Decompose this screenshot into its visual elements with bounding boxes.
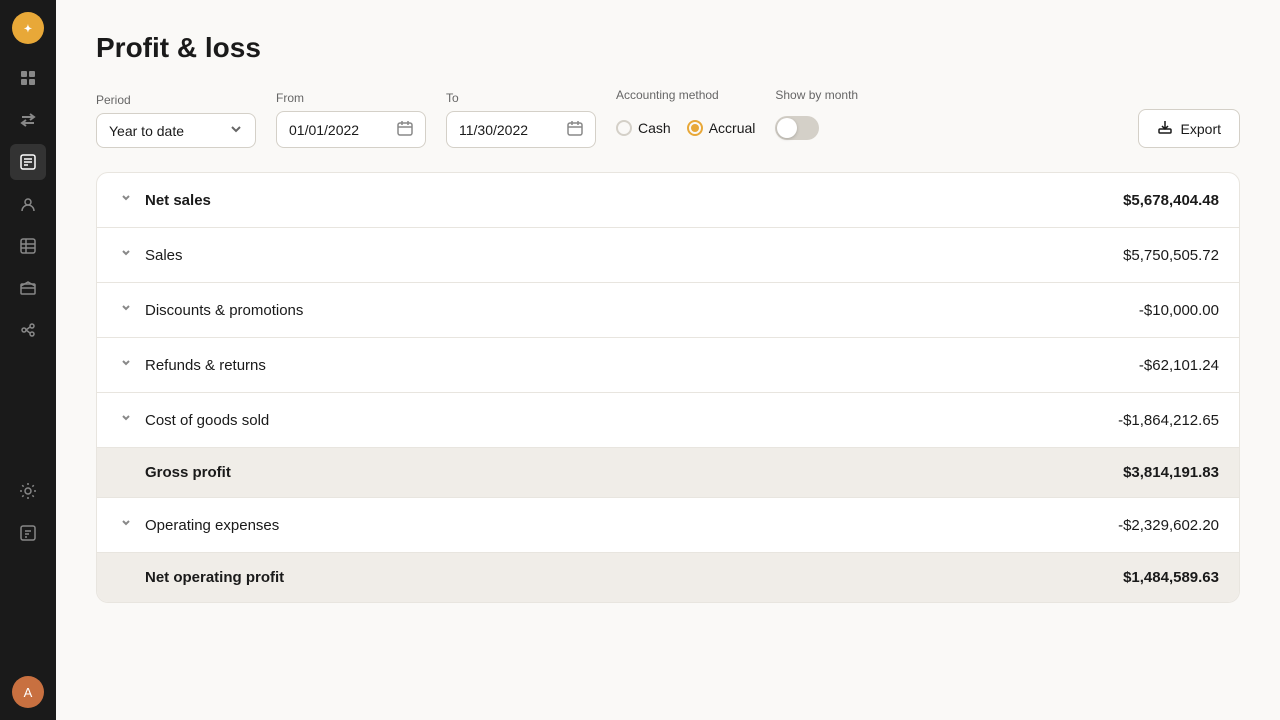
row-value: $1,484,589.63	[1123, 569, 1219, 586]
expand-chevron-icon[interactable]	[117, 514, 135, 536]
row-value: $3,814,191.83	[1123, 464, 1219, 481]
chevron-down-icon	[229, 122, 243, 139]
sidebar-item-home[interactable]	[10, 60, 46, 96]
filter-bar: Period Year to date From 01/01/2022	[96, 88, 1240, 148]
row-value: -$1,864,212.65	[1118, 412, 1219, 429]
accounting-method-label: Accounting method	[616, 88, 755, 102]
row-label: Operating expenses	[145, 517, 279, 534]
show-by-month-label: Show by month	[775, 88, 858, 102]
expand-chevron-icon[interactable]	[117, 409, 135, 431]
cash-radio[interactable]: Cash	[616, 120, 671, 136]
table-row[interactable]: Sales $5,750,505.72	[97, 228, 1239, 283]
cash-radio-circle	[616, 120, 632, 136]
sidebar-item-help[interactable]	[10, 515, 46, 551]
sidebar-item-inventory[interactable]	[10, 228, 46, 264]
svg-text:✦: ✦	[24, 24, 32, 35]
row-value: $5,750,505.72	[1123, 247, 1219, 264]
sidebar: ✦	[0, 0, 56, 720]
show-by-month-group: Show by month	[775, 88, 858, 148]
row-label: Refunds & returns	[145, 357, 266, 374]
row-label: Net sales	[145, 192, 211, 209]
to-label: To	[446, 91, 596, 105]
sidebar-item-contacts[interactable]	[10, 186, 46, 222]
row-label: Sales	[145, 247, 183, 264]
accrual-radio[interactable]: Accrual	[687, 120, 756, 136]
row-label: Gross profit	[145, 464, 231, 481]
main-content: Profit & loss Period Year to date From 0…	[56, 0, 1280, 720]
sidebar-item-reports[interactable]	[10, 144, 46, 180]
expand-chevron-icon[interactable]	[117, 299, 135, 321]
expand-chevron-icon[interactable]	[117, 244, 135, 266]
expand-chevron-icon[interactable]	[117, 189, 135, 211]
accrual-radio-circle	[687, 120, 703, 136]
sidebar-item-settings[interactable]	[10, 473, 46, 509]
calendar-icon-to	[567, 120, 583, 139]
to-filter: To 11/30/2022	[446, 91, 596, 148]
radio-group: Cash Accrual	[616, 108, 755, 148]
row-label: Net operating profit	[145, 569, 284, 586]
page-title: Profit & loss	[96, 32, 1240, 64]
export-button[interactable]: Export	[1138, 109, 1240, 148]
table-row[interactable]: Refunds & returns -$62,101.24	[97, 338, 1239, 393]
sidebar-item-integrations[interactable]	[10, 312, 46, 348]
sidebar-item-banking[interactable]	[10, 270, 46, 306]
accounting-method-group: Accounting method Cash Accrual	[616, 88, 755, 148]
export-icon	[1157, 119, 1173, 138]
expand-chevron-icon[interactable]	[117, 354, 135, 376]
table-row: Gross profit $3,814,191.83	[97, 448, 1239, 498]
table-row[interactable]: Operating expenses -$2,329,602.20	[97, 498, 1239, 553]
show-by-month-toggle[interactable]	[775, 116, 819, 140]
from-value: 01/01/2022	[289, 122, 359, 138]
toggle-wrap	[775, 108, 858, 148]
from-input[interactable]: 01/01/2022	[276, 111, 426, 148]
row-label: Discounts & promotions	[145, 302, 303, 319]
period-label: Period	[96, 93, 256, 107]
row-value: -$62,101.24	[1139, 357, 1219, 374]
table-row[interactable]: Net sales $5,678,404.48	[97, 173, 1239, 228]
from-label: From	[276, 91, 426, 105]
row-label: Cost of goods sold	[145, 412, 269, 429]
from-filter: From 01/01/2022	[276, 91, 426, 148]
sidebar-item-transactions[interactable]	[10, 102, 46, 138]
cash-label: Cash	[638, 120, 671, 136]
calendar-icon	[397, 120, 413, 139]
period-filter: Period Year to date	[96, 93, 256, 148]
period-value: Year to date	[109, 123, 184, 139]
row-value: -$10,000.00	[1139, 302, 1219, 319]
user-avatar[interactable]: A	[12, 676, 44, 708]
export-label: Export	[1181, 121, 1221, 137]
profit-loss-table: Net sales $5,678,404.48 Sales $5,750,505.72…	[96, 172, 1240, 603]
to-value: 11/30/2022	[459, 122, 528, 138]
row-value: -$2,329,602.20	[1118, 517, 1219, 534]
table-row: Net operating profit $1,484,589.63	[97, 553, 1239, 602]
row-value: $5,678,404.48	[1123, 192, 1219, 209]
accrual-label: Accrual	[709, 120, 756, 136]
app-logo[interactable]: ✦	[12, 12, 44, 44]
period-select[interactable]: Year to date	[96, 113, 256, 148]
table-row[interactable]: Cost of goods sold -$1,864,212.65	[97, 393, 1239, 448]
table-row[interactable]: Discounts & promotions -$10,000.00	[97, 283, 1239, 338]
to-input[interactable]: 11/30/2022	[446, 111, 596, 148]
